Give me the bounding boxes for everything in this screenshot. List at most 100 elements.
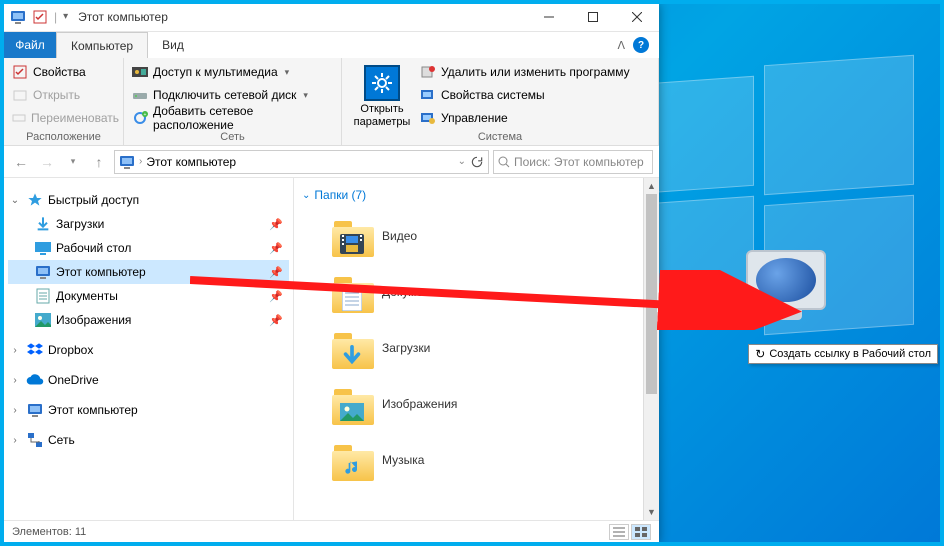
gear-icon bbox=[364, 65, 400, 101]
media-icon bbox=[132, 64, 148, 80]
window-title: Этот компьютер bbox=[68, 10, 527, 24]
rename-icon bbox=[12, 110, 26, 126]
tree-quick-access[interactable]: ⌄ Быстрый доступ bbox=[8, 188, 289, 212]
up-button[interactable]: ↑ bbox=[88, 151, 110, 173]
ribbon: Свойства Открыть Переименовать Расположе… bbox=[4, 58, 659, 146]
pin-icon: 📌 bbox=[269, 290, 283, 303]
chevron-right-icon: › bbox=[139, 156, 142, 167]
star-icon bbox=[26, 191, 44, 209]
tree-onedrive[interactable]: › OneDrive bbox=[8, 368, 289, 392]
network-icon bbox=[26, 431, 44, 449]
ribbon-tabs: Файл Компьютер Вид ᐱ ? bbox=[4, 32, 659, 58]
folder-pictures[interactable]: Изображения bbox=[302, 376, 655, 432]
expand-icon[interactable]: › bbox=[8, 405, 22, 416]
uninstall-icon bbox=[420, 64, 436, 80]
add-location-icon: + bbox=[132, 110, 148, 126]
tree-network[interactable]: › Сеть bbox=[8, 428, 289, 452]
collapse-icon[interactable]: ⌄ bbox=[8, 195, 22, 206]
search-icon bbox=[498, 156, 510, 168]
folder-icon bbox=[332, 327, 374, 369]
scroll-up-icon[interactable]: ▲ bbox=[644, 178, 659, 194]
collapse-ribbon-icon[interactable]: ᐱ bbox=[617, 39, 625, 52]
manage-icon bbox=[420, 110, 436, 126]
map-drive-button[interactable]: Подключить сетевой диск ▾ bbox=[132, 85, 333, 105]
tree-downloads[interactable]: Загрузки 📌 bbox=[8, 212, 289, 236]
back-button[interactable]: ← bbox=[10, 151, 32, 173]
onedrive-icon bbox=[26, 371, 44, 389]
view-details-button[interactable] bbox=[609, 524, 629, 540]
status-bar: Элементов: 11 bbox=[4, 520, 659, 542]
recent-button[interactable]: ▾ bbox=[62, 151, 84, 173]
tree-pictures[interactable]: Изображения 📌 bbox=[8, 308, 289, 332]
drive-icon bbox=[132, 87, 148, 103]
document-icon bbox=[34, 287, 52, 305]
refresh-icon[interactable] bbox=[470, 155, 484, 169]
download-icon bbox=[34, 215, 52, 233]
manage-button[interactable]: Управление bbox=[420, 108, 630, 128]
explorer-window: | ▾ Этот компьютер Файл Компьютер Вид ᐱ … bbox=[4, 2, 659, 542]
tree-this-pc[interactable]: Этот компьютер 📌 bbox=[8, 260, 289, 284]
tree-documents[interactable]: Документы 📌 bbox=[8, 284, 289, 308]
tree-this-pc-root[interactable]: › Этот компьютер bbox=[8, 398, 289, 422]
folder-icon bbox=[332, 439, 374, 481]
properties-button[interactable]: Свойства bbox=[12, 62, 115, 82]
close-button[interactable] bbox=[615, 2, 659, 32]
system-properties-button[interactable]: Свойства системы bbox=[420, 85, 630, 105]
address-text: Этот компьютер bbox=[146, 155, 453, 169]
tree-dropbox[interactable]: › Dropbox bbox=[8, 338, 289, 362]
view-icons-button[interactable] bbox=[631, 524, 651, 540]
picture-icon bbox=[34, 311, 52, 329]
drop-target-icon bbox=[738, 250, 834, 310]
titlebar: | ▾ Этот компьютер bbox=[4, 2, 659, 32]
scroll-thumb[interactable] bbox=[646, 194, 657, 394]
add-location-button[interactable]: + Добавить сетевое расположение bbox=[132, 108, 333, 128]
monitor-icon bbox=[746, 250, 826, 310]
properties-qat-icon[interactable] bbox=[32, 9, 48, 25]
scrollbar[interactable]: ▲ ▼ bbox=[643, 178, 659, 520]
computer-icon bbox=[10, 9, 26, 25]
desktop-icon bbox=[34, 239, 52, 257]
folders-header[interactable]: ⌄ Папки (7) bbox=[302, 188, 655, 202]
navigation-pane: ⌄ Быстрый доступ Загрузки 📌 Рабочий стол… bbox=[4, 178, 294, 520]
open-settings-button[interactable]: Открыть параметры bbox=[350, 62, 414, 131]
open-icon bbox=[12, 87, 28, 103]
drop-tooltip: ↻ Создать ссылку в Рабочий стол bbox=[748, 344, 938, 364]
expand-icon[interactable]: › bbox=[8, 345, 22, 356]
checkbox-icon bbox=[12, 64, 28, 80]
computer-icon bbox=[34, 263, 52, 281]
address-dropdown-icon[interactable]: ⌄ bbox=[458, 156, 466, 167]
expand-icon[interactable]: › bbox=[8, 435, 22, 446]
folder-music[interactable]: Музыка bbox=[302, 432, 655, 488]
folder-icon bbox=[332, 383, 374, 425]
shortcut-icon: ↻ bbox=[755, 347, 765, 361]
tab-computer[interactable]: Компьютер bbox=[56, 32, 148, 58]
maximize-button[interactable] bbox=[571, 2, 615, 32]
scroll-down-icon[interactable]: ▼ bbox=[644, 504, 659, 520]
rename-button: Переименовать bbox=[12, 108, 115, 128]
uninstall-button[interactable]: Удалить или изменить программу bbox=[420, 62, 630, 82]
pin-icon: 📌 bbox=[269, 218, 283, 231]
address-bar-row: ← → ▾ ↑ › Этот компьютер ⌄ Поиск: Этот к… bbox=[4, 146, 659, 178]
collapse-icon: ⌄ bbox=[302, 190, 310, 201]
forward-button[interactable]: → bbox=[36, 151, 58, 173]
folder-video[interactable]: Видео bbox=[302, 208, 655, 264]
search-box[interactable]: Поиск: Этот компьютер bbox=[493, 150, 653, 174]
help-icon[interactable]: ? bbox=[633, 37, 649, 53]
computer-icon bbox=[119, 154, 135, 170]
address-bar[interactable]: › Этот компьютер ⌄ bbox=[114, 150, 489, 174]
media-access-button[interactable]: Доступ к мультимедиа ▾ bbox=[132, 62, 333, 82]
tree-desktop[interactable]: Рабочий стол 📌 bbox=[8, 236, 289, 260]
expand-icon[interactable]: › bbox=[8, 375, 22, 386]
dropbox-icon bbox=[26, 341, 44, 359]
svg-text:+: + bbox=[144, 112, 147, 118]
tab-file[interactable]: Файл bbox=[4, 32, 56, 58]
tab-view[interactable]: Вид bbox=[148, 32, 199, 58]
folder-icon bbox=[332, 215, 374, 257]
pin-icon: 📌 bbox=[269, 242, 283, 255]
folder-downloads[interactable]: Загрузки bbox=[302, 320, 655, 376]
content-pane: ⌄ Папки (7) Видео Документы Загрузки Изо… bbox=[294, 178, 659, 520]
minimize-button[interactable] bbox=[527, 2, 571, 32]
folder-documents[interactable]: Документы bbox=[302, 264, 655, 320]
status-items: Элементов: 11 bbox=[12, 526, 86, 538]
dropdown-icon: ▾ bbox=[285, 67, 290, 78]
